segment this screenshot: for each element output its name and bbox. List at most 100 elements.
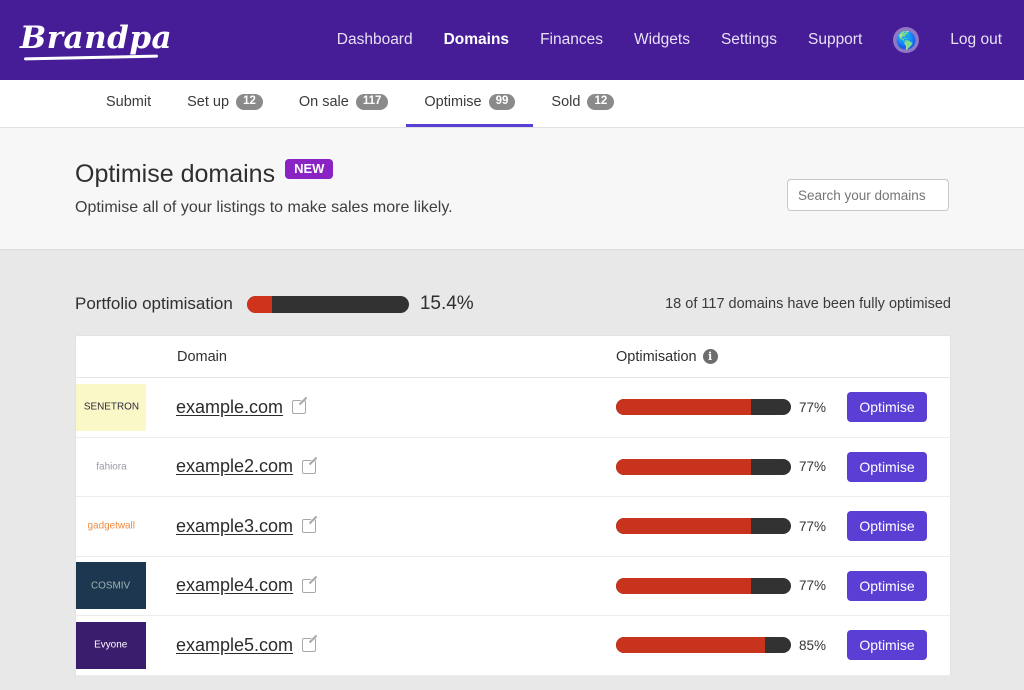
tab-label: On sale (298, 94, 349, 110)
domain-logo-thumbnail: fahiora (76, 443, 146, 491)
domain-logo-thumbnail: COSMIV (76, 562, 146, 610)
optimisation-cell: 77% (616, 399, 847, 416)
tab-optimise[interactable]: Optimise 99 (406, 80, 534, 127)
nav-item-finances[interactable]: Finances (540, 31, 603, 49)
optimisation-percent: 77% (799, 399, 827, 415)
tab-sold[interactable]: Sold 12 (533, 80, 632, 127)
domain-logo-thumbnail: gadgetwall (76, 502, 146, 550)
table-header-row: Domain Optimisation i (76, 336, 950, 378)
tab-on-sale[interactable]: On sale 117 (281, 80, 407, 127)
domain-logo-text: gadgetwall (87, 520, 135, 532)
top-navigation-bar: Brandpa Dashboard Domains Finances Widge… (0, 0, 1024, 80)
optimisation-progress-bar (616, 518, 791, 535)
nav-item-domains[interactable]: Domains (444, 31, 509, 49)
domain-logo-text: Evyone (94, 639, 128, 651)
domain-cell: example5.com (176, 635, 616, 656)
edit-icon[interactable] (292, 400, 307, 415)
new-badge: NEW (285, 158, 334, 179)
domain-link[interactable]: example4.com (176, 575, 293, 596)
globe-icon[interactable]: 🌎 (893, 27, 920, 53)
domain-logo-text: fahiora (95, 461, 127, 472)
portfolio-note: 18 of 117 domains have been fully optimi… (665, 296, 951, 312)
optimisation-progress-fill (616, 518, 751, 535)
optimise-button[interactable]: Optimise (847, 392, 927, 423)
domain-cell: example3.com (176, 516, 616, 537)
edit-icon[interactable] (302, 519, 317, 534)
domain-link[interactable]: example3.com (176, 516, 293, 537)
tab-count-badge: 12 (587, 94, 615, 110)
table-row: COSMIV example4.com 77% Optimise (76, 557, 950, 616)
optimisation-percent: 85% (799, 637, 827, 653)
domain-link[interactable]: example5.com (176, 635, 293, 656)
column-domain: Domain (177, 348, 227, 365)
optimisation-progress-bar (616, 458, 791, 475)
page-subtitle: Optimise all of your listings to make sa… (75, 199, 453, 216)
nav-item-settings[interactable]: Settings (721, 31, 777, 49)
logo-cell: gadgetwall (76, 502, 176, 550)
nav-item-dashboard[interactable]: Dashboard (337, 31, 413, 49)
search-input[interactable] (787, 179, 949, 211)
nav-item-support[interactable]: Support (808, 31, 862, 49)
portfolio-progress-fill (246, 295, 272, 313)
tab-count-badge: 117 (355, 94, 389, 110)
page-title: Optimise domains NEW (75, 158, 787, 189)
domain-logo-thumbnail: Evyone (76, 621, 146, 669)
domain-link[interactable]: example.com (176, 397, 283, 418)
edit-icon[interactable] (302, 638, 317, 653)
domain-logo-text: COSMIV (91, 580, 131, 591)
action-cell: Optimise (847, 451, 950, 482)
optimisation-progress-bar (616, 399, 791, 416)
action-cell: Optimise (847, 570, 950, 601)
tab-label: Optimise (424, 94, 482, 110)
domain-link[interactable]: example2.com (176, 456, 293, 477)
tab-count-badge: 99 (488, 94, 516, 110)
domain-logo-text: SENETRON (83, 401, 139, 413)
tab-submit[interactable]: Submit (88, 80, 169, 127)
optimisation-cell: 85% (616, 637, 847, 654)
table-row: SENETRON example.com 77% Optimise (76, 378, 950, 438)
domain-cell: example2.com (176, 456, 616, 477)
optimisation-progress-fill (616, 458, 751, 475)
table-row: Evyone example5.com 85% Optimise (76, 616, 950, 676)
tab-label: Set up (187, 94, 230, 110)
optimisation-cell: 77% (616, 458, 847, 475)
logo-cell: fahiora (76, 443, 176, 491)
portfolio-percent: 15.4% (419, 293, 474, 314)
column-optimisation-label: Optimisation (616, 348, 697, 365)
logout-link[interactable]: Log out (950, 31, 1002, 49)
table-row: gadgetwall example3.com 77% Optimise (76, 497, 950, 557)
tab-set-up[interactable]: Set up 12 (169, 80, 281, 127)
domain-cell: example.com (176, 397, 616, 418)
edit-icon[interactable] (302, 578, 317, 593)
brandpa-logo[interactable]: Brandpa (20, 20, 172, 60)
page-title-text: Optimise domains (75, 160, 276, 188)
optimisation-progress-bar (616, 577, 791, 594)
optimisation-cell: 77% (616, 577, 847, 594)
logo-cell: COSMIV (76, 562, 176, 610)
optimisation-percent: 77% (799, 518, 827, 534)
nav-item-widgets[interactable]: Widgets (634, 31, 690, 49)
main-nav: Dashboard Domains Finances Widgets Setti… (337, 27, 1002, 53)
logo-cell: Evyone (76, 621, 176, 669)
page-header-band: Optimise domains NEW Optimise all of you… (0, 128, 1024, 250)
tab-count-badge: 12 (236, 94, 263, 110)
optimisation-progress-bar (616, 637, 791, 654)
optimisation-progress-fill (616, 399, 751, 416)
info-icon[interactable]: i (702, 349, 718, 364)
optimisation-progress-fill (616, 577, 751, 594)
tab-label: Submit (106, 94, 152, 110)
domain-logo-thumbnail: SENETRON (76, 383, 146, 431)
optimise-button[interactable]: Optimise (847, 451, 927, 482)
optimisation-progress-fill (616, 637, 765, 654)
optimise-button[interactable]: Optimise (847, 511, 927, 542)
edit-icon[interactable] (302, 459, 317, 474)
optimisation-percent: 77% (799, 459, 827, 475)
action-cell: Optimise (847, 392, 950, 423)
action-cell: Optimise (847, 630, 950, 661)
column-optimisation: Optimisation i (616, 349, 847, 365)
optimisation-cell: 77% (616, 518, 847, 535)
optimise-button[interactable]: Optimise (847, 630, 927, 661)
optimise-button[interactable]: Optimise (847, 570, 927, 601)
logo-cell: SENETRON (76, 383, 176, 431)
optimisation-percent: 77% (799, 578, 827, 594)
